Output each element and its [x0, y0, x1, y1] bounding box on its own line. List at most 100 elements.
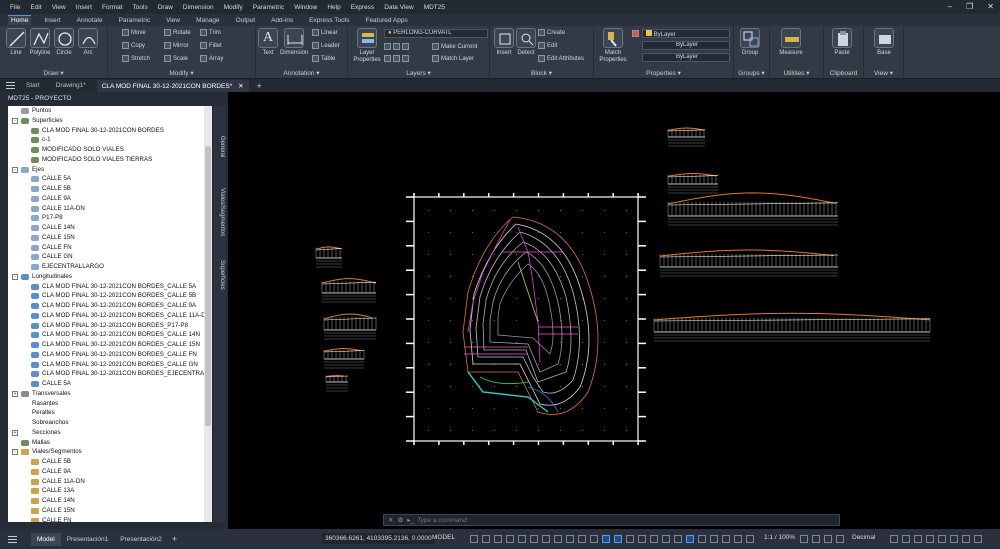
status-toggle-icon[interactable] [746, 535, 754, 543]
ribbon-tab-add-ins[interactable]: Add-ins [268, 16, 296, 25]
tree-item[interactable]: CLA MOD FINAL 30-12-2021CON BORDES_CALLE… [8, 340, 212, 350]
status-toggle-icon[interactable] [722, 535, 730, 543]
menu-item-view[interactable]: View [52, 4, 66, 11]
line-tool[interactable]: Line [4, 28, 28, 56]
tree-item[interactable]: CALLE 14N [8, 223, 212, 233]
rotate-tool[interactable]: Rotate [164, 29, 191, 36]
tree-item[interactable]: + Transversales [8, 389, 212, 399]
menu-item-edit[interactable]: Edit [30, 4, 41, 11]
tree-item[interactable]: Puntos [8, 106, 212, 116]
model-mode-toggle[interactable]: MODEL [432, 534, 455, 541]
minimize-icon[interactable]: – [948, 2, 952, 11]
units-selector[interactable]: Decimal [852, 534, 875, 541]
tree-item[interactable]: CALLE 11A-DN [8, 477, 212, 487]
tree-item[interactable]: CALLE 5B [8, 184, 212, 194]
polyline-tool[interactable]: Polyline [28, 28, 52, 56]
model-space-canvas[interactable] [228, 92, 1000, 529]
tree-item[interactable]: CLA MOD FINAL 30-12-2021CON BORDES_CALLE… [8, 311, 212, 321]
tree-item[interactable]: CALLE 15N [8, 233, 212, 243]
insert-tool[interactable]: Insert [492, 28, 516, 56]
status-tool-icon[interactable] [836, 535, 844, 543]
status-toggle-icon[interactable] [674, 535, 682, 543]
ribbon-tab-view[interactable]: View [163, 16, 183, 25]
tree-item[interactable]: Peraltes [8, 408, 212, 418]
layer-freeze-icon[interactable] [384, 55, 391, 62]
properties-panel-title[interactable]: Properties ▾ [594, 69, 733, 77]
edit-block-tool[interactable]: Edit [538, 42, 557, 49]
tree-item[interactable]: CALLE 13A [8, 486, 212, 496]
menu-item-file[interactable]: File [10, 4, 20, 11]
fillet-tool[interactable]: Fillet [200, 42, 222, 49]
expand-icon[interactable]: + [12, 429, 18, 436]
status-toggle-icon[interactable] [494, 535, 502, 543]
layer-unisolate-icon[interactable] [402, 55, 409, 62]
layout-tab-0[interactable]: Model [31, 532, 61, 546]
wrench-icon[interactable]: ⚙ [397, 516, 403, 524]
status-toggle-icon[interactable] [554, 535, 562, 543]
menu-item-parametric[interactable]: Parametric [253, 4, 284, 11]
tree-item[interactable]: Mallas [8, 438, 212, 448]
measure-tool[interactable]: Measure [776, 28, 806, 56]
draw-panel-title[interactable]: Draw ▾ [0, 69, 107, 77]
menu-item-modify[interactable]: Modify [224, 4, 243, 11]
side-tab-general[interactable]: General [215, 136, 225, 157]
ribbon-tab-insert[interactable]: Insert [41, 16, 63, 25]
tree-item[interactable]: - Ejes [8, 165, 212, 175]
status-toggle-icon[interactable] [542, 535, 550, 543]
status-toggle-icon[interactable] [566, 535, 574, 543]
make-current-tool[interactable]: Make Current [432, 43, 477, 50]
close-command-icon[interactable]: ✕ [388, 516, 393, 524]
ribbon-tab-output[interactable]: Output [233, 16, 259, 25]
menu-item-window[interactable]: Window [294, 4, 317, 11]
status-toggle-icon[interactable] [734, 535, 742, 543]
status-toggle-icon[interactable] [698, 535, 706, 543]
status-toggle-icon[interactable] [602, 535, 610, 543]
status-toggle-icon[interactable] [710, 535, 718, 543]
stretch-tool[interactable]: Stretch [122, 55, 150, 62]
edit-attributes-tool[interactable]: Edit Attributes [538, 55, 584, 62]
status-toggle-icon[interactable] [590, 535, 598, 543]
tree-item[interactable]: CLA MOD FINAL 30-12-2021CON BORDES_EJECE… [8, 369, 212, 379]
status-toggle-icon[interactable] [626, 535, 634, 543]
layer-dropdown[interactable]: ● PERLONG-CURVATL [384, 29, 488, 38]
scale-tool[interactable]: Scale [164, 55, 188, 62]
status-tool-icon[interactable] [914, 535, 922, 543]
collapse-icon[interactable]: - [12, 117, 18, 124]
layout-tab-1[interactable]: Presentación1 [61, 533, 115, 546]
linear-tool[interactable]: Linear [312, 29, 338, 36]
tree-item[interactable]: CALLE 5A [8, 379, 212, 389]
tree-item[interactable]: CALLE FN [8, 243, 212, 253]
color-dropdown[interactable]: ByLayer [642, 29, 730, 38]
base-tool[interactable]: Base [872, 28, 896, 56]
status-tool-icon[interactable] [812, 535, 820, 543]
utilities-panel-title[interactable]: Utilities ▾ [770, 69, 823, 77]
tree-item[interactable]: Sobreanchos [8, 418, 212, 428]
status-tool-icon[interactable] [962, 535, 970, 543]
tree-item[interactable]: CALLE 9A [8, 194, 212, 204]
tree-item[interactable]: CALLE FN [8, 516, 212, 522]
status-tool-icon[interactable] [902, 535, 910, 543]
status-toggle-icon[interactable] [518, 535, 526, 543]
leader-tool[interactable]: Leader [312, 42, 340, 49]
expand-icon[interactable]: + [12, 390, 18, 397]
status-toggle-icon[interactable] [578, 535, 586, 543]
detect-tool[interactable]: Detect [514, 28, 538, 56]
layer-off-icon[interactable] [393, 43, 400, 50]
ribbon-tab-express-tools[interactable]: Express Tools [306, 16, 352, 25]
arc-tool[interactable]: Arc [76, 28, 100, 56]
ribbon-tab-manage[interactable]: Manage [193, 16, 223, 25]
tree-item[interactable]: CALLE 15N [8, 506, 212, 516]
collapse-icon[interactable]: - [12, 166, 18, 173]
collapse-icon[interactable]: - [12, 449, 18, 456]
tree-item[interactable]: CALLE 14N [8, 496, 212, 506]
collapse-icon[interactable]: - [12, 273, 18, 280]
status-toggle-icon[interactable] [686, 535, 694, 543]
tree-item[interactable]: CLA MOD FINAL 30-12-2021CON BORDES_CALLE… [8, 282, 212, 292]
mirror-tool[interactable]: Mirror [164, 42, 189, 49]
groups-panel-title[interactable]: Groups ▾ [734, 69, 769, 77]
tree-item[interactable]: P17-P8 [8, 213, 212, 223]
tree-item[interactable]: CLA MOD FINAL 30-12-2021CON BORDES_CALLE… [8, 291, 212, 301]
doc-tab-2[interactable]: CLA MOD FINAL 30-12-2021CON BORDES* ✕ [96, 79, 249, 92]
block-panel-title[interactable]: Block ▾ [490, 69, 593, 77]
view-panel-title[interactable]: View ▾ [864, 69, 903, 77]
